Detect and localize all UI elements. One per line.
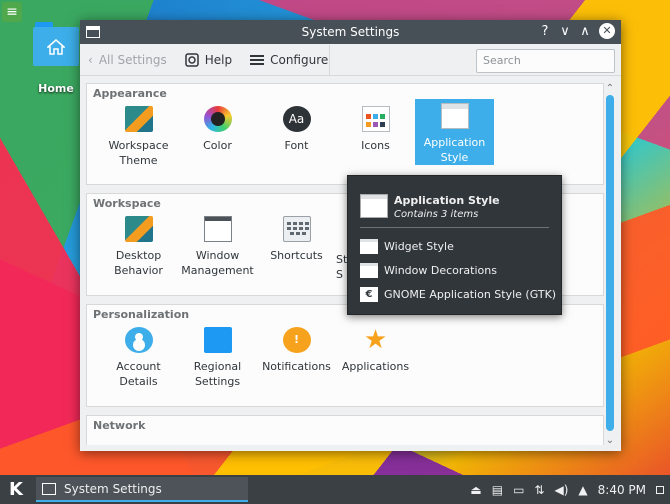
item-desktop-behavior[interactable]: Desktop Behavior xyxy=(99,212,178,296)
window-decorations-icon xyxy=(360,262,378,278)
item-window-management[interactable]: Window Management xyxy=(178,212,257,296)
section-network: Network xyxy=(86,415,604,445)
network-item-partial[interactable] xyxy=(257,434,336,445)
font-icon: Aa xyxy=(282,106,311,132)
item-applications[interactable]: ★ Applications xyxy=(336,323,415,407)
application-style-icon xyxy=(440,103,469,129)
vertical-scrollbar[interactable]: ⌃ ⌄ xyxy=(604,83,616,447)
desktop-home-label: Home xyxy=(38,82,74,95)
color-icon xyxy=(203,106,232,132)
gnome-icon: € xyxy=(360,286,378,302)
item-shortcuts[interactable]: Shortcuts xyxy=(257,212,336,296)
tooltip-item-window-decorations[interactable]: Window Decorations xyxy=(360,258,556,282)
shortcuts-icon xyxy=(282,216,311,242)
all-settings-label: All Settings xyxy=(98,52,167,67)
item-account-details[interactable]: Account Details xyxy=(99,323,178,407)
help-label: Help xyxy=(204,52,233,67)
item-icons[interactable]: Icons xyxy=(336,102,415,186)
tooltip-title: Application Style xyxy=(394,194,500,207)
item-application-style[interactable]: Application Style xyxy=(415,99,494,165)
tooltip-item-label: Window Decorations xyxy=(384,263,497,277)
item-label: Shortcuts xyxy=(270,249,323,262)
application-style-tooltip: Application Style Contains 3 items Widge… xyxy=(347,175,562,315)
network-icon[interactable]: ⇅ xyxy=(534,483,544,497)
chevron-left-icon: ‹ xyxy=(88,52,93,67)
item-label: Regional Settings xyxy=(193,360,242,388)
hamburger-icon: ≡ xyxy=(6,4,18,20)
item-label: Workspace Theme xyxy=(108,139,169,167)
network-item-partial[interactable] xyxy=(99,434,178,445)
scroll-thumb[interactable] xyxy=(606,95,614,431)
minimize-button[interactable]: ∨ xyxy=(559,24,571,39)
item-label: Font xyxy=(284,139,309,152)
item-workspace-theme[interactable]: Workspace Theme xyxy=(99,102,178,186)
toolbar-divider xyxy=(329,45,330,75)
tooltip-divider xyxy=(360,227,549,228)
item-label: Window Management xyxy=(181,249,254,277)
clock[interactable]: 8:40 PM xyxy=(598,483,646,497)
item-label: Applications xyxy=(341,360,410,373)
window-titlebar[interactable]: System Settings ? ∨ ∧ ✕ xyxy=(80,20,621,44)
tooltip-item-gnome-style[interactable]: € GNOME Application Style (GTK) xyxy=(360,282,556,306)
tooltip-item-widget-style[interactable]: Widget Style xyxy=(360,234,556,258)
item-label: Desktop Behavior xyxy=(114,249,163,277)
section-appearance: Appearance Workspace Theme Color Aa Font… xyxy=(86,83,604,185)
desktop-menu-button[interactable]: ≡ xyxy=(2,2,22,22)
usb-icon[interactable]: ⏏ xyxy=(470,483,481,497)
show-desktop-icon[interactable] xyxy=(656,485,664,494)
widget-style-icon xyxy=(360,238,378,254)
task-label: System Settings xyxy=(64,481,162,496)
expand-tray-icon[interactable]: ▲ xyxy=(578,483,587,497)
scroll-up-icon[interactable]: ⌃ xyxy=(604,83,616,95)
window-icon xyxy=(42,482,56,495)
lifebuoy-icon xyxy=(184,52,199,67)
close-button[interactable]: ✕ xyxy=(599,23,615,39)
account-icon xyxy=(124,327,153,353)
item-label: Color xyxy=(203,139,232,152)
clipboard-icon[interactable]: ▤ xyxy=(492,483,503,497)
maximize-button[interactable]: ∧ xyxy=(579,24,591,39)
help-context-button[interactable]: ? xyxy=(539,24,551,39)
help-button[interactable]: Help xyxy=(184,52,233,67)
taskbar: K System Settings ⏏ ▤ ▭ ⇅ ◀) ▲ 8:40 PM xyxy=(0,475,670,504)
home-icon xyxy=(47,38,65,55)
menu-icon xyxy=(250,54,265,65)
item-label: Notifications xyxy=(262,360,331,373)
kde-launcher-icon[interactable]: K xyxy=(4,478,28,502)
item-label: Application Style xyxy=(423,136,486,164)
tooltip-item-label: GNOME Application Style (GTK) xyxy=(384,287,557,301)
item-notifications[interactable]: ! Notifications xyxy=(257,323,336,407)
system-tray: ⏏ ▤ ▭ ⇅ ◀) ▲ 8:40 PM xyxy=(470,475,670,504)
battery-icon[interactable]: ▭ xyxy=(513,483,524,497)
toolbar: ‹ All Settings Help Configure Search xyxy=(80,44,621,76)
all-settings-button[interactable]: ‹ All Settings xyxy=(88,53,167,67)
item-regional-settings[interactable]: Regional Settings xyxy=(178,323,257,407)
item-color[interactable]: Color xyxy=(178,102,257,186)
tooltip-subtitle: Contains 3 items xyxy=(394,209,479,220)
section-title: Appearance xyxy=(93,87,167,100)
network-item-partial[interactable] xyxy=(178,434,257,445)
item-label: Account Details xyxy=(116,360,161,388)
scroll-down-icon[interactable]: ⌄ xyxy=(604,435,616,447)
folder-icon xyxy=(33,22,79,66)
item-label: Icons xyxy=(361,139,390,152)
search-input[interactable]: Search xyxy=(476,49,615,73)
desktop-home-folder[interactable]: Home xyxy=(30,22,82,95)
section-title: Network xyxy=(93,419,146,432)
volume-icon[interactable]: ◀) xyxy=(554,483,568,497)
section-personalization: Personalization Account Details Regional… xyxy=(86,304,604,407)
applications-icon: ★ xyxy=(363,325,388,355)
task-system-settings[interactable]: System Settings xyxy=(36,477,248,502)
configure-label: Configure xyxy=(270,52,329,67)
icons-icon xyxy=(361,106,390,132)
tooltip-item-label: Widget Style xyxy=(384,239,454,253)
item-font[interactable]: Aa Font xyxy=(257,102,336,186)
application-style-icon xyxy=(360,194,388,218)
desktop-behavior-icon xyxy=(124,216,153,242)
workspace-theme-icon xyxy=(124,106,153,132)
notifications-icon: ! xyxy=(282,327,311,353)
regional-icon xyxy=(203,327,232,353)
configure-button[interactable]: Configure xyxy=(250,53,328,67)
window-management-icon xyxy=(203,216,232,242)
